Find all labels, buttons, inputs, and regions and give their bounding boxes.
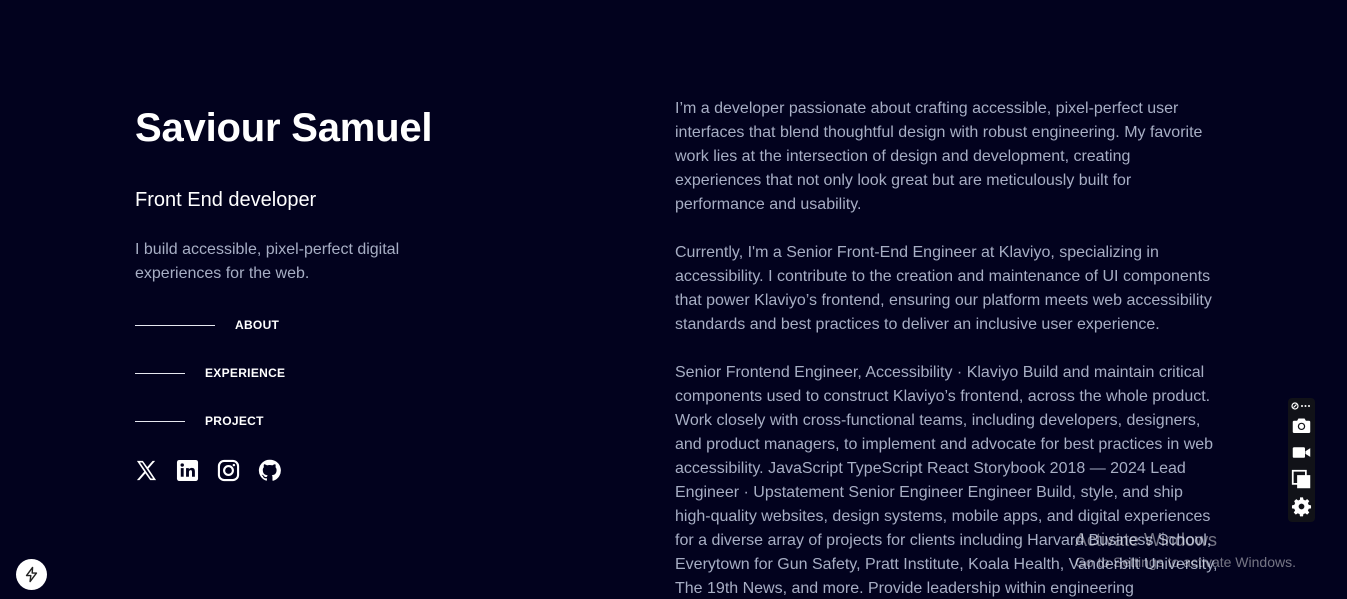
lightning-bolt-icon xyxy=(25,566,38,583)
nav-label-experience: EXPERIENCE xyxy=(205,366,286,380)
github-icon[interactable] xyxy=(258,459,281,482)
watermark-title: Activate Windows xyxy=(1075,530,1218,550)
about-paragraph: Currently, I'm a Senior Front-End Engine… xyxy=(675,244,1212,333)
x-twitter-icon[interactable] xyxy=(135,459,158,482)
social-links xyxy=(135,459,555,482)
profile-column: Saviour Samuel Front End developer I bui… xyxy=(135,104,555,482)
activate-windows-watermark: Activate Windows Go to Settings to activ… xyxy=(1075,529,1296,571)
watermark-subtitle: Go to Settings to activate Windows. xyxy=(1075,554,1296,570)
link-more-icon[interactable] xyxy=(1291,401,1312,411)
linkedin-icon[interactable] xyxy=(176,459,199,482)
section-nav: ABOUT EXPERIENCE PROJECT xyxy=(135,315,555,431)
nav-label-project: PROJECT xyxy=(205,414,264,428)
video-camera-icon[interactable] xyxy=(1291,442,1312,463)
nav-indicator-line xyxy=(135,420,185,422)
instagram-icon[interactable] xyxy=(217,459,240,482)
nav-item-experience[interactable]: EXPERIENCE xyxy=(135,363,555,383)
about-paragraph: I’m a developer passionate about craftin… xyxy=(675,100,1203,213)
profile-name: Saviour Samuel xyxy=(135,106,433,150)
copy-window-icon[interactable] xyxy=(1291,469,1312,490)
nav-indicator-line xyxy=(135,324,215,326)
portfolio-page: Saviour Samuel Front End developer I bui… xyxy=(0,0,1347,599)
about-section: I’m a developer passionate about craftin… xyxy=(675,97,1220,599)
gear-icon[interactable] xyxy=(1291,496,1312,517)
camera-icon[interactable] xyxy=(1291,415,1312,436)
nav-label-about: ABOUT xyxy=(235,318,280,332)
nav-item-project[interactable]: PROJECT xyxy=(135,411,555,431)
profile-tagline: I build accessible, pixel-perfect digita… xyxy=(135,241,400,282)
nav-indicator-line xyxy=(135,372,185,374)
bolt-button[interactable] xyxy=(16,559,47,590)
screen-capture-toolbar xyxy=(1288,398,1315,522)
profile-role: Front End developer xyxy=(135,189,317,211)
nav-item-about[interactable]: ABOUT xyxy=(135,315,555,335)
